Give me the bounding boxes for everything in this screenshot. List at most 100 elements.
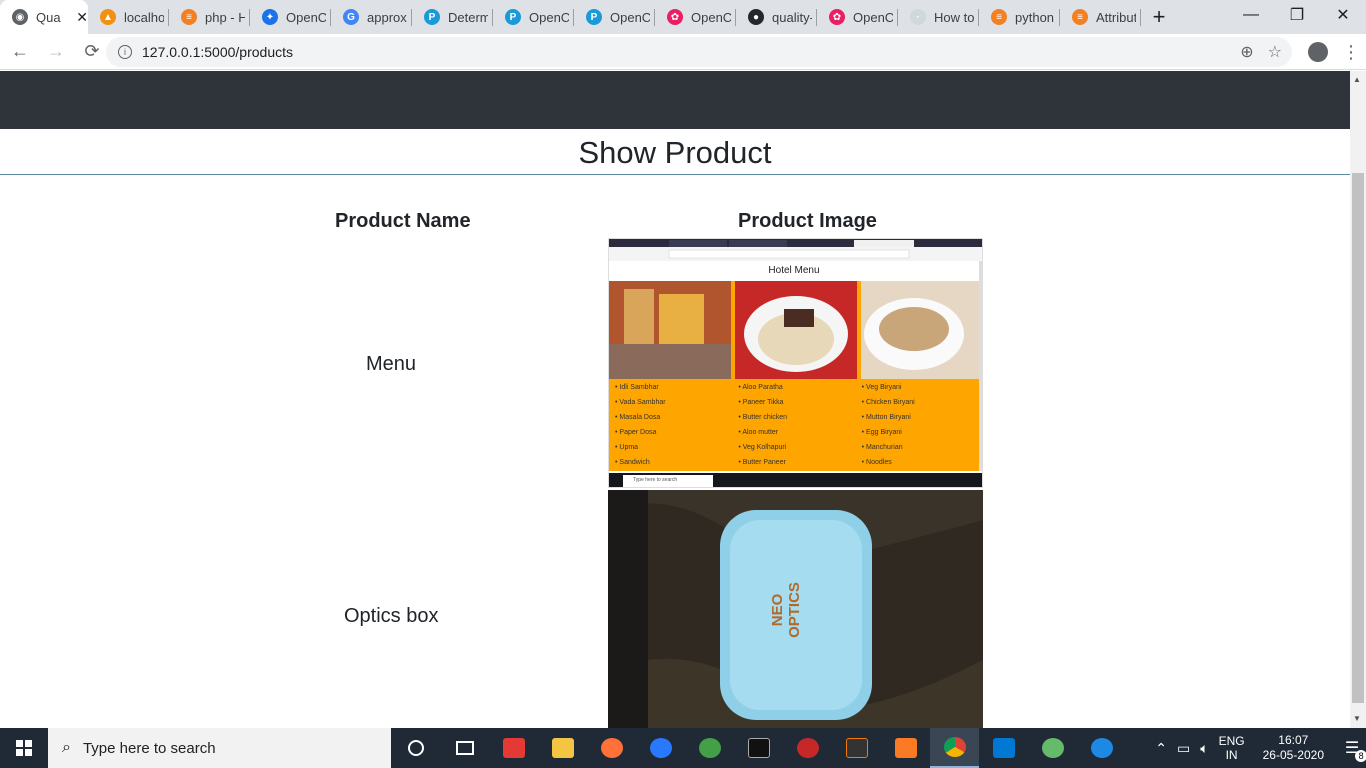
- cortana-icon[interactable]: [391, 728, 440, 768]
- browser-tab[interactable]: P Determ: [412, 0, 493, 34]
- file-explorer-icon[interactable]: [538, 728, 587, 768]
- menu-kebab-icon[interactable]: ⋮: [1342, 42, 1360, 63]
- tab-title: OpenCV: [610, 9, 650, 25]
- windows-taskbar: ⌕ Type here to search ⌃ ▭ 🔈︎ ENG IN 16:0…: [0, 728, 1366, 768]
- app-icon-blue-pen[interactable]: [636, 728, 685, 768]
- browser-tab[interactable]: ▲ localho: [88, 0, 169, 34]
- browser-tab[interactable]: · How to: [898, 0, 979, 34]
- browser-tab[interactable]: ≡ python: [979, 0, 1060, 34]
- menu-item: • Chicken Biryani: [861, 399, 915, 406]
- browser-tab[interactable]: ✿ OpenCV: [655, 0, 736, 34]
- browser-tab[interactable]: P OpenCV: [493, 0, 574, 34]
- menu-image-items: • Idli Sambhar • Vada Sambhar • Masala Dos…: [609, 384, 979, 474]
- browser-tab[interactable]: Gapproxi: [331, 0, 412, 34]
- tab-title: Qua: [36, 9, 61, 25]
- menu-item: • Idli Sambhar: [615, 384, 659, 391]
- taskbar-search-box[interactable]: ⌕ Type here to search: [48, 728, 391, 768]
- address-bar[interactable]: i 127.0.0.1:5000/products ⊕ ☆: [106, 37, 1292, 67]
- new-tab-button[interactable]: +: [1141, 0, 1177, 34]
- browser-tab[interactable]: ✦ OpenCV: [250, 0, 331, 34]
- scroll-up-arrow[interactable]: ▲: [1353, 75, 1361, 84]
- terminal-icon[interactable]: [734, 728, 783, 768]
- bookmark-star-icon[interactable]: ☆: [1268, 42, 1282, 62]
- app-icon-red[interactable]: [489, 728, 538, 768]
- tab-title: Determ: [448, 9, 488, 25]
- tab-favicon-icon: ✦: [262, 9, 278, 25]
- menu-item: • Sandwich: [615, 459, 650, 466]
- page-title: Show Product: [0, 129, 1350, 175]
- column-header-name: Product Name: [335, 210, 471, 232]
- browser-tab[interactable]: ≡ php - H: [169, 0, 250, 34]
- menu-item: • Aloo mutter: [738, 429, 779, 436]
- tab-title: python: [1015, 9, 1055, 25]
- browser-tab[interactable]: ≡ Attribut: [1060, 0, 1141, 34]
- tab-favicon-icon: ◉: [12, 9, 28, 25]
- url-text: 127.0.0.1:5000/products: [142, 44, 294, 60]
- windows-logo-icon: [16, 740, 32, 756]
- tab-favicon-icon: ●: [748, 9, 764, 25]
- menu-item: • Butter chicken: [738, 414, 788, 421]
- clock[interactable]: 16:07 26-05-2020: [1263, 733, 1324, 763]
- menu-item: • Paper Dosa: [615, 429, 657, 436]
- info-icon[interactable]: i: [118, 45, 132, 59]
- edge-icon[interactable]: [1077, 728, 1126, 768]
- browser-tab[interactable]: ✿ OpenCV: [817, 0, 898, 34]
- menu-item: • Veg Kolhapuri: [738, 444, 787, 451]
- chevron-up-icon[interactable]: ⌃: [1155, 740, 1167, 757]
- browser-tab[interactable]: ● quality-: [736, 0, 817, 34]
- browser-tab[interactable]: P OpenCV: [574, 0, 655, 34]
- zoom-icon[interactable]: ⊕: [1240, 42, 1253, 62]
- tab-title: php - H: [205, 9, 245, 25]
- tab-favicon-icon: ≡: [991, 9, 1007, 25]
- tab-close-icon[interactable]: ✕: [76, 9, 88, 26]
- chrome-icon[interactable]: [930, 728, 979, 768]
- app-icon-green-pin[interactable]: [1028, 728, 1077, 768]
- tab-favicon-icon: ✿: [829, 9, 845, 25]
- page-scrollbar[interactable]: ▲ ▼: [1350, 71, 1366, 728]
- start-button[interactable]: [0, 728, 48, 768]
- tab-favicon-icon: P: [586, 9, 602, 25]
- battery-icon[interactable]: ▭: [1177, 740, 1190, 757]
- tab-title: How to: [934, 9, 974, 25]
- app-icon-dark[interactable]: [832, 728, 881, 768]
- app-icon-web[interactable]: [783, 728, 832, 768]
- vscode-icon[interactable]: [979, 728, 1028, 768]
- language-indicator[interactable]: ENG IN: [1219, 734, 1245, 762]
- window-controls: — ❐ ✕: [1228, 0, 1366, 34]
- close-window-button[interactable]: ✕: [1320, 0, 1366, 30]
- firefox-icon[interactable]: [587, 728, 636, 768]
- volume-icon[interactable]: 🔈︎: [1200, 740, 1208, 757]
- menu-item: • Noodles: [861, 459, 892, 466]
- product-image-menu: Hotel Menu • Idli Sambhar • Vada Sambhar •…: [608, 238, 983, 488]
- xampp-icon[interactable]: [881, 728, 930, 768]
- tab-favicon-icon: ✿: [667, 9, 683, 25]
- task-view-icon[interactable]: [440, 728, 489, 768]
- forward-button[interactable]: →: [40, 36, 72, 68]
- scroll-down-arrow[interactable]: ▼: [1353, 714, 1361, 723]
- tab-title: quality-: [772, 9, 812, 25]
- scrollbar-thumb[interactable]: [1352, 173, 1364, 703]
- back-button[interactable]: ←: [4, 36, 36, 68]
- clock-date: 26-05-2020: [1262, 748, 1324, 762]
- tab-title: OpenCV: [529, 9, 569, 25]
- browser-tab[interactable]: ◉ Qua ✕: [0, 0, 88, 34]
- menu-item: • Paneer Tikka: [738, 399, 784, 406]
- page-content: Show Product Product Name Product Image …: [0, 71, 1350, 728]
- notification-count-badge: 8: [1355, 750, 1366, 762]
- tab-favicon-icon: ▲: [100, 9, 116, 25]
- taskbar-search-placeholder: Type here to search: [82, 739, 216, 757]
- tab-title: OpenCV: [286, 9, 326, 25]
- browser-toolbar: ← → ⟳ i 127.0.0.1:5000/products ⊕ ☆ ⋮: [0, 34, 1366, 70]
- minimize-button[interactable]: —: [1228, 0, 1274, 30]
- tab-title: OpenCV: [691, 9, 731, 25]
- menu-item: • Butter Paneer: [738, 459, 786, 466]
- restore-button[interactable]: ❐: [1274, 0, 1320, 30]
- app-icon-green-leaf[interactable]: [685, 728, 734, 768]
- menu-item: • Upma: [615, 444, 639, 451]
- tab-separator: [1140, 9, 1141, 26]
- profile-avatar[interactable]: [1308, 42, 1328, 62]
- reload-button[interactable]: ⟳: [76, 36, 108, 68]
- notification-center-icon[interactable]: ☰ 8: [1338, 728, 1366, 768]
- column-header-image: Product Image: [738, 210, 877, 232]
- search-icon: ⌕: [62, 739, 71, 756]
